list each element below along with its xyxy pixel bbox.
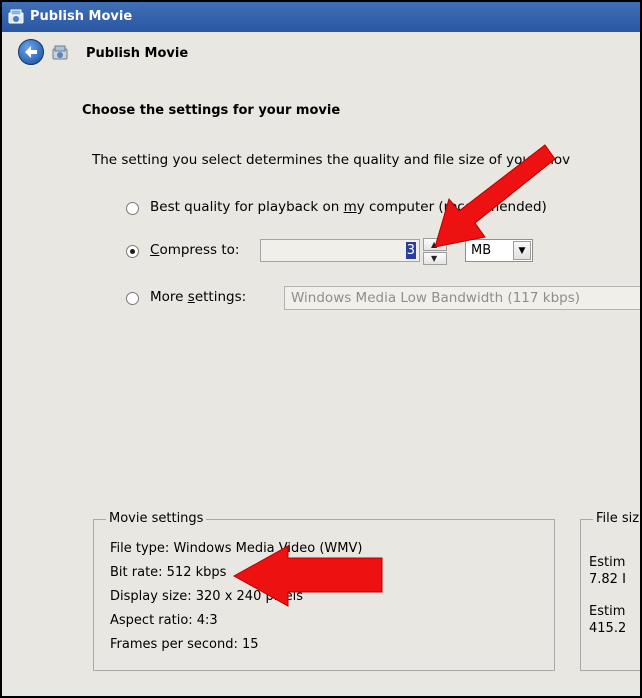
best-quality-label-part1: Best quality for playback on [150, 199, 344, 215]
best-quality-label[interactable]: Best quality for playback on my computer… [150, 199, 547, 215]
file-type-info: File type: Windows Media Video (WMV) [110, 541, 363, 556]
chevron-down-icon[interactable]: ▼ [513, 241, 531, 260]
chevron-up-icon: ▲ [431, 240, 438, 249]
page-title: Publish Movie [86, 46, 189, 61]
movie-settings-group: Movie settings File type: Windows Media … [93, 511, 555, 671]
estimated-size-value-1: 7.82 I [589, 572, 626, 587]
chevron-down-icon: ▼ [431, 254, 438, 263]
publish-movie-window: Publish Movie Publish Movie Choose the s… [0, 0, 642, 698]
display-size-info: Display size: 320 x 240 pixels [110, 589, 304, 604]
settings-heading: Choose the settings for your movie [82, 103, 341, 118]
compress-to-label[interactable]: Compress to: [150, 242, 239, 258]
estimated-size-label-2: Estim [589, 604, 626, 619]
fps-info: Frames per second: 15 [110, 637, 259, 652]
window-title: Publish Movie [30, 9, 133, 24]
size-unit-value: MB [471, 243, 492, 258]
compress-size-value: 3 [405, 242, 416, 259]
navigation-bar: Publish Movie [2, 32, 640, 72]
more-settings-label-part1: More [150, 289, 188, 305]
spin-down-button[interactable]: ▼ [423, 252, 447, 265]
back-arrow-icon [25, 46, 37, 58]
settings-description: The setting you select determines the qu… [92, 152, 571, 168]
estimated-size-label-1: Estim [589, 555, 626, 570]
back-button[interactable] [18, 39, 44, 65]
movie-settings-legend: Movie settings [106, 511, 207, 526]
estimated-size-value-2: 415.2 [589, 621, 627, 636]
compress-size-spinner: ▲ ▼ [423, 238, 447, 265]
more-settings-label[interactable]: More settings: [150, 289, 246, 305]
size-unit-dropdown[interactable]: MB ▼ [465, 239, 533, 262]
more-settings-label-part2: ettings: [194, 289, 247, 305]
file-size-group: File siz Estim 7.82 I Estim 415.2 [580, 511, 640, 671]
spin-up-button[interactable]: ▲ [423, 238, 447, 251]
compress-size-input[interactable]: 3 [260, 239, 420, 262]
file-size-legend: File siz [593, 511, 640, 526]
title-bar: Publish Movie [2, 2, 640, 32]
best-quality-mnemonic: m [343, 199, 357, 215]
aspect-ratio-info: Aspect ratio: 4:3 [110, 613, 218, 628]
more-settings-dropdown[interactable]: Windows Media Low Bandwidth (117 kbps) [284, 286, 640, 310]
bit-rate-info: Bit rate: 512 kbps [110, 565, 227, 580]
more-settings-value: Windows Media Low Bandwidth (117 kbps) [291, 290, 581, 306]
more-settings-mnemonic: s [187, 289, 195, 305]
best-quality-radio[interactable] [126, 202, 139, 215]
compress-to-radio[interactable] [126, 245, 139, 258]
best-quality-label-part2: y computer (recommended) [356, 199, 547, 215]
compress-to-label-rest: ompress to: [159, 242, 240, 258]
more-settings-radio[interactable] [126, 292, 139, 305]
movie-publish-icon [52, 45, 68, 60]
movie-publish-icon [8, 9, 24, 24]
